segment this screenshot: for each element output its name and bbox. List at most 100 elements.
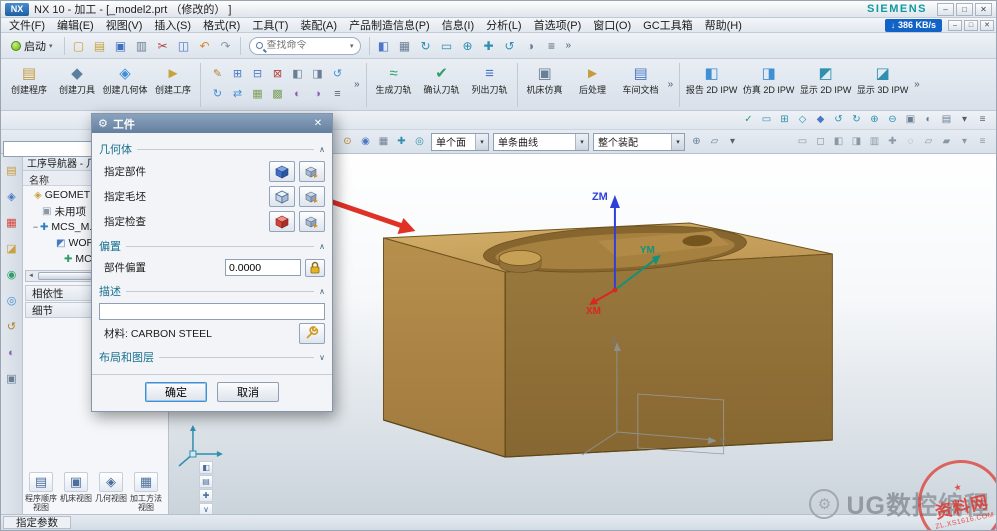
snap-point-icon[interactable]: ⊙ [339,134,356,150]
find-component-icon[interactable]: ⊕ [688,134,705,150]
zoom-minus-icon[interactable]: ⊖ [884,112,901,128]
menu-item[interactable]: GC工具箱 [637,17,699,33]
view-tool-icon[interactable]: ▭ [794,134,811,150]
view-tool-icon[interactable]: ◨ [848,134,865,150]
select-filter-icon[interactable]: ◉ [357,134,374,150]
navigator-view-tab[interactable]: ▣ 机床视图 [59,472,93,503]
part-navigator-icon[interactable]: ▦ [3,214,20,231]
navigator-view-tab[interactable]: ▦ 加工方法视图 [129,472,163,512]
view-tool-icon[interactable]: ◌ [902,134,919,150]
window-layout-icon[interactable]: ▦ [395,36,415,56]
part-offset-input[interactable] [225,259,301,276]
half-shade-icon[interactable]: ◐ [920,112,937,128]
tree-expander[interactable]: − [31,222,40,232]
zoom-icon[interactable]: ⊕ [458,36,478,56]
constraint-navigator-icon[interactable]: ◈ [3,188,20,205]
section-description[interactable]: 描述 ∧ [99,283,325,299]
dialog-titlebar[interactable]: ⚙ 工件 ✕ [92,114,332,133]
section-geometry[interactable]: 几何体 ∧ [99,141,325,157]
rotate-right-icon[interactable]: ↻ [848,112,865,128]
group-overflow-chevron[interactable]: » [351,79,363,90]
general-selection-icon[interactable]: ◎ [411,134,428,150]
menu-item[interactable]: 装配(A) [294,17,343,33]
lock-icon[interactable] [305,259,325,277]
view-tool-icon[interactable]: ◧ [830,134,847,150]
navigator-view-tab[interactable]: ▤ 程序顺序视图 [24,472,58,512]
system-materials-icon[interactable]: ▣ [3,370,20,387]
cancel-button[interactable]: 取消 [217,382,279,402]
dropdown-icon[interactable]: ▾ [956,112,973,128]
ribbon-button[interactable]: ◪显示 3D IPW [854,61,911,95]
ribbon-button[interactable]: ◨仿真 2D IPW [740,61,797,95]
ok-button[interactable]: 确定 [145,382,207,402]
menu-item[interactable]: 产品制造信息(P) [343,17,436,33]
apply-icon[interactable]: ✓ [740,112,757,128]
ribbon-small-icon[interactable]: ◨ [308,64,327,83]
selection-filter-combo[interactable]: 单条曲线▾ [493,133,589,151]
web-browser-icon[interactable]: ◎ [3,292,20,309]
roles-icon[interactable]: ◐ [3,344,20,361]
ribbon-button[interactable]: ✔确认刀轨 [418,61,466,95]
fit-window-icon[interactable]: ▭ [437,36,457,56]
ribbon-small-icon[interactable]: ↻ [208,84,227,103]
group-overflow-chevron[interactable]: » [911,79,923,90]
menu-item[interactable]: 帮助(H) [699,17,748,33]
view-tool-icon[interactable]: ◻ [812,134,829,150]
ribbon-small-icon[interactable]: ◐ [288,84,307,103]
copy-icon[interactable]: ◫ [174,36,194,56]
more-commands-icon[interactable]: ≡ [542,36,562,56]
menu-item[interactable]: 窗口(O) [587,17,637,33]
ribbon-button[interactable]: ▤创建程序 [5,61,53,95]
select-blank-button[interactable] [269,186,295,207]
ribbon-small-icon[interactable]: ◧ [288,64,307,83]
doc-minimize-button[interactable]: – [948,20,962,31]
menu-item[interactable]: 工具(T) [246,17,294,33]
wireframe-icon[interactable]: ◇ [794,112,811,128]
menu-item[interactable]: 格式(R) [197,17,246,33]
pan-icon[interactable]: ✚ [479,36,499,56]
highlight-icon[interactable]: ✚ [393,134,410,150]
zoom-in-icon[interactable]: ⊞ [776,112,793,128]
reuse-library-icon[interactable]: ◪ [3,240,20,257]
menu-item[interactable]: 插入(S) [148,17,197,33]
menu-item[interactable]: 视图(V) [100,17,149,33]
ribbon-button[interactable]: ◈创建几何体 [101,61,149,95]
ribbon-small-icon[interactable]: ⊞ [228,64,247,83]
undo-icon[interactable]: ↶ [195,36,215,56]
search-input[interactable] [267,40,346,51]
group-overflow-chevron[interactable]: » [665,79,677,90]
cut-icon[interactable]: ✂ [153,36,173,56]
minimize-button[interactable]: – [937,3,954,16]
view-tool-icon[interactable]: ✚ [884,134,901,150]
layers-icon[interactable]: ▤ [938,112,955,128]
open-icon[interactable]: ▤ [90,36,110,56]
ribbon-small-icon[interactable]: ▩ [268,84,287,103]
select-scope-icon[interactable]: ▦ [375,134,392,150]
overflow-icon[interactable]: ≡ [974,112,991,128]
display-part-button[interactable] [299,161,325,182]
menu-item[interactable]: 信息(I) [436,17,480,33]
section-layout-layers[interactable]: 布局和图层 ∨ [99,349,325,365]
new-file-icon[interactable]: ▢ [69,36,89,56]
menu-item[interactable]: 首选项(P) [528,17,588,33]
navigator-toolbar-icon[interactable]: ✚ [199,489,213,502]
zoom-plus-icon[interactable]: ⊕ [866,112,883,128]
save-icon[interactable]: ▣ [111,36,131,56]
ribbon-button[interactable]: ≈生成刀轨 [370,61,418,95]
doc-restore-button[interactable]: □ [964,20,978,31]
menu-item[interactable]: 编辑(E) [51,17,100,33]
chevron-down-icon[interactable]: ▾ [671,134,684,150]
command-finder[interactable]: ▾ [249,37,361,55]
shaded-icon[interactable]: ◆ [812,112,829,128]
refresh-icon[interactable]: ↻ [416,36,436,56]
ribbon-small-icon[interactable]: ↺ [328,64,347,83]
chevron-down-icon[interactable]: ▾ [475,134,488,150]
rotate-left-icon[interactable]: ↺ [830,112,847,128]
fit-view-icon[interactable]: ▭ [758,112,775,128]
navigator-toolbar-icon[interactable]: ▤ [199,475,213,488]
render-style-icon[interactable]: ◑ [521,36,541,56]
selection-more-icon[interactable]: ▾ [724,134,741,150]
scroll-left-icon[interactable]: ◄ [26,273,36,279]
ribbon-small-icon[interactable]: ⊠ [268,64,287,83]
select-part-button[interactable] [269,161,295,182]
